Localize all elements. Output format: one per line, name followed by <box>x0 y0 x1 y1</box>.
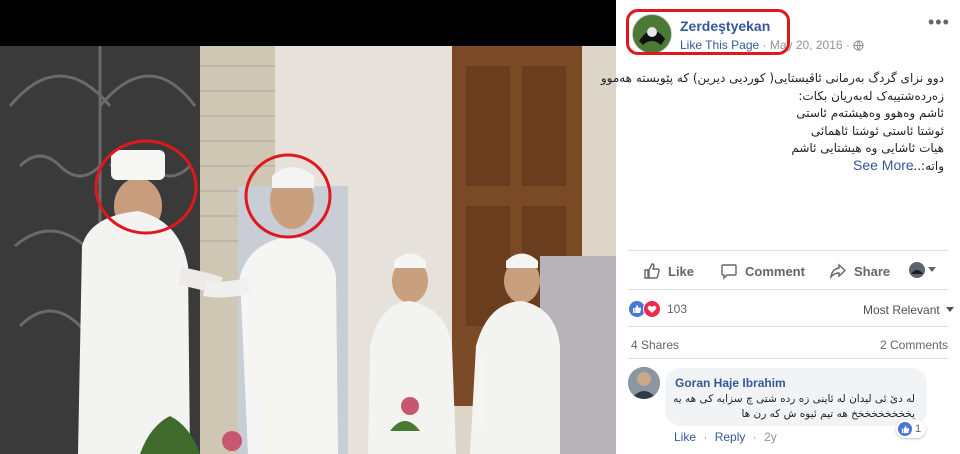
divider <box>628 250 948 251</box>
caption-line: زەردەشتییەک لەبەریان بکات: <box>798 88 944 103</box>
meta-separator: · <box>845 38 850 52</box>
comment-bubble: Goran Haje Ibrahim لە دێ ئی لیدان لە ئای… <box>665 368 927 426</box>
see-more-link[interactable]: See More <box>853 157 914 173</box>
reactions-summary[interactable]: 103 <box>628 300 687 318</box>
reaction-picker-button[interactable] <box>909 262 936 278</box>
share-icon <box>829 262 847 280</box>
sort-label: Most Relevant <box>863 303 940 317</box>
comments-count[interactable]: 2 Comments <box>880 338 948 352</box>
comment-time[interactable]: 2y <box>764 430 777 444</box>
comment-separator: · <box>752 430 757 444</box>
divider <box>628 326 948 327</box>
caption-line: هیات ئاشایی وە هیشتایی ئاشم <box>791 141 944 155</box>
comment-like-link[interactable]: Like <box>674 430 696 444</box>
comment-line: لە دێ ئی لیدان لە ئاینی زە ردە شتی چ سزا… <box>673 393 915 405</box>
post-photo[interactable] <box>0 0 616 454</box>
comment-actions: Like · Reply · 2y <box>674 430 781 444</box>
comment-author[interactable]: Goran Haje Ibrahim <box>675 376 786 390</box>
love-reaction-icon <box>643 300 661 318</box>
divider <box>628 289 948 290</box>
caption-line: ئاشم وەهوو وەهیشتەم ئاستی <box>796 106 944 120</box>
share-button[interactable]: Share <box>829 262 890 280</box>
thumbs-up-icon <box>643 262 661 280</box>
photo-scene <box>0 46 616 454</box>
comment-line: یخخخخخخخخخ هە تیم ئیوە ش کە رن ها <box>741 408 915 420</box>
comment-reaction-count: 1 <box>915 423 922 435</box>
reaction-count: 103 <box>667 302 688 316</box>
comment-reply-link[interactable]: Reply <box>715 430 746 444</box>
comment-separator: · <box>703 430 708 444</box>
comment-icon <box>720 262 738 280</box>
like-reaction-icon <box>898 422 912 436</box>
comment-label: Comment <box>745 263 805 279</box>
comment-sort-dropdown[interactable]: Most Relevant <box>863 302 955 317</box>
shares-count[interactable]: 4 Shares <box>631 338 679 352</box>
comment-reaction-badge[interactable]: 1 <box>896 420 927 438</box>
caption-line: دوو نزای گردگ بەرمانی ئاڤیستایی( کوردیی … <box>600 71 944 85</box>
highlight-annotation <box>626 9 790 55</box>
chevron-down-icon <box>946 302 955 316</box>
chevron-down-icon <box>928 267 936 273</box>
like-button[interactable]: Like <box>643 262 694 280</box>
comment-text: لە دێ ئی لیدان لە ئاینی زە ردە شتی چ سزا… <box>671 392 915 422</box>
globe-icon <box>853 40 864 54</box>
share-label: Share <box>854 263 891 279</box>
user-avatar-mini <box>909 262 925 278</box>
comment-button[interactable]: Comment <box>720 262 805 280</box>
like-label: Like <box>668 263 695 279</box>
more-options-icon[interactable]: ••• <box>928 12 950 33</box>
divider <box>628 358 948 359</box>
caption-line: ئوشتا ئاستی ئوشتا ئاهمائی <box>810 123 944 138</box>
commenter-avatar[interactable] <box>628 367 660 399</box>
